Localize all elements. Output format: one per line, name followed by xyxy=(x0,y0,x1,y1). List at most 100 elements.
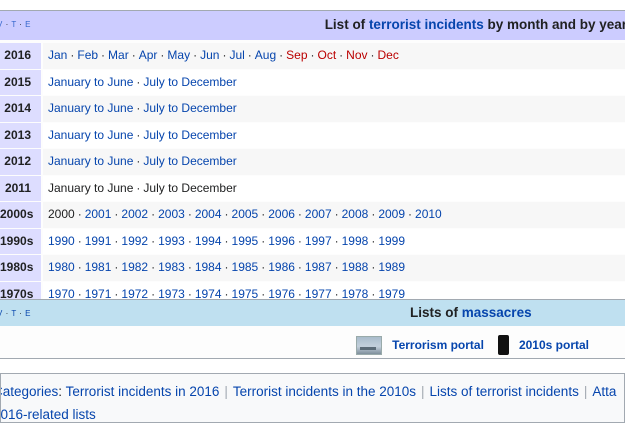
row-item-link[interactable]: 1984 xyxy=(195,260,222,274)
row-item-link[interactable]: 1988 xyxy=(342,260,369,274)
row-item-link[interactable]: 2005 xyxy=(232,207,259,221)
calendar-portal-icon[interactable] xyxy=(497,335,509,355)
row-item-link[interactable]: Jul xyxy=(229,48,244,62)
row-item-link[interactable]: 1995 xyxy=(232,234,259,248)
decade-portal-link[interactable]: 2010s portal xyxy=(519,338,589,352)
row-item-link[interactable]: Sep xyxy=(286,48,307,62)
row-item-link[interactable]: 1997 xyxy=(305,234,332,248)
category-link[interactable]: Lists of terrorist incidents xyxy=(430,384,579,399)
row-item-link[interactable]: Nov xyxy=(346,48,367,62)
vte-edit-link[interactable]: E xyxy=(25,20,31,29)
row-item-link[interactable]: 1989 xyxy=(378,260,405,274)
separator: · xyxy=(224,260,229,274)
navbox-row: 2013 January to June · July to December xyxy=(0,121,625,148)
row-item-link[interactable]: 1991 xyxy=(85,234,112,248)
row-group-label: 1980s xyxy=(0,255,41,281)
row-item-link[interactable]: 1990 xyxy=(48,234,75,248)
row-item-link[interactable]: January to June xyxy=(48,181,133,195)
row-label: 1980s xyxy=(0,260,34,274)
separator: · xyxy=(247,48,252,62)
category-separator: | xyxy=(583,384,588,399)
massacres-link[interactable]: massacres xyxy=(462,305,532,320)
navbox-row: 2012 January to June · July to December xyxy=(0,148,625,175)
separator: · xyxy=(187,233,192,248)
category-link[interactable]: Atta xyxy=(592,384,616,399)
row-item-link[interactable]: 1983 xyxy=(158,260,185,274)
row-item-link[interactable]: Oct xyxy=(318,48,337,62)
row-item-link[interactable]: 1992 xyxy=(121,234,148,248)
separator: · xyxy=(371,233,376,248)
row-item-link[interactable]: May xyxy=(167,48,190,62)
category-separator: | xyxy=(421,384,425,399)
separator: · xyxy=(261,233,266,248)
row-item-link[interactable]: 1996 xyxy=(268,234,295,248)
terrorism-navbox: V · T · E List of terrorist incidents by… xyxy=(0,10,625,308)
category-separator: | xyxy=(224,384,228,399)
row-item-link[interactable]: Dec xyxy=(378,48,399,62)
row-item-link[interactable]: Mar xyxy=(108,48,129,62)
row-item-link[interactable]: 2010 xyxy=(415,207,442,221)
row-list: 2000 · 2001 · 2002 · 2003 · 2004 · 2005 · 2006 · 2007 ·… xyxy=(41,202,625,228)
row-item-link[interactable]: 2006 xyxy=(268,207,295,221)
row-item-link[interactable]: July to December xyxy=(143,128,236,142)
row-item-link[interactable]: 2004 xyxy=(195,207,222,221)
navbox-row: 2011 January to June · July to December xyxy=(0,174,625,201)
row-item-link[interactable]: 1982 xyxy=(121,260,148,274)
row-item-link[interactable]: 1998 xyxy=(342,234,369,248)
row-item-link[interactable]: 1980 xyxy=(48,260,75,274)
row-item-link[interactable]: 1993 xyxy=(158,234,185,248)
row-item-link[interactable]: Apr xyxy=(139,48,158,62)
vte-edit-link[interactable]: E xyxy=(25,309,31,318)
portal-bar: Terrorism portal 2010s portal xyxy=(356,335,589,355)
separator: · xyxy=(136,74,141,89)
row-item-link[interactable]: July to December xyxy=(143,101,236,115)
terrorism-portal-link[interactable]: Terrorism portal xyxy=(392,338,484,352)
row-item-link[interactable]: 1986 xyxy=(268,260,295,274)
terrorism-portal-icon[interactable] xyxy=(356,335,383,355)
row-item-link[interactable]: January to June xyxy=(48,128,133,142)
row-item-link[interactable]: January to June xyxy=(48,101,133,115)
category-link[interactable]: Terrorist incidents in the 2010s xyxy=(233,384,416,399)
row-item-link[interactable]: 2001 xyxy=(85,207,112,221)
vte-links: V · T · E xyxy=(0,20,31,29)
separator: · xyxy=(222,48,227,62)
separator: · xyxy=(101,48,106,62)
row-item-link[interactable]: January to June xyxy=(48,75,133,89)
row-item-link[interactable]: Feb xyxy=(77,48,98,62)
row-item-link[interactable]: 2009 xyxy=(378,207,405,221)
navbox-title: List of terrorist incidents by month and… xyxy=(324,17,625,32)
separator: · xyxy=(334,207,339,221)
row-item-link[interactable]: Jan xyxy=(48,48,67,62)
row-label: 1990s xyxy=(0,233,34,248)
navbox-row: 1980s 1980 · 1981 · 1982 · 1983 · 1984 · 1985 · 1986 ·… xyxy=(0,254,625,281)
row-item-link[interactable]: Jun xyxy=(200,48,219,62)
massacres-navbox: V · T · E Lists of massacres Terrorism p… xyxy=(0,299,625,359)
separator: · xyxy=(297,233,302,248)
row-item-link[interactable]: 1981 xyxy=(85,260,112,274)
row-item-link[interactable]: July to December xyxy=(143,75,236,89)
row-item-link[interactable]: 1994 xyxy=(195,234,222,248)
row-label: 2012 xyxy=(4,154,31,168)
row-item-link[interactable]: July to December xyxy=(143,181,236,195)
separator: · xyxy=(334,233,339,248)
row-item-link[interactable]: 2003 xyxy=(158,207,185,221)
row-item-link[interactable]: 2007 xyxy=(305,207,332,221)
separator: · xyxy=(371,207,376,221)
separator: · xyxy=(131,48,136,62)
categories-label-link[interactable]: Categories xyxy=(1,384,58,399)
navbox-row: 2014 January to June · July to December xyxy=(0,95,625,122)
row-item-link[interactable]: 1985 xyxy=(232,260,259,274)
row-item-link[interactable]: 2002 xyxy=(121,207,148,221)
terrorist-incidents-link[interactable]: terrorist incidents xyxy=(369,17,484,32)
row-list: January to June · July to December xyxy=(41,175,625,201)
row-item-link[interactable]: July to December xyxy=(143,154,236,168)
row-item-link[interactable]: 1999 xyxy=(378,234,405,248)
row-item-link[interactable]: 2008 xyxy=(342,207,369,221)
row-group-label: 2014 xyxy=(0,96,41,122)
row-item-link[interactable]: 1987 xyxy=(305,260,332,274)
category-link[interactable]: Terrorist incidents in 2016 xyxy=(66,384,220,399)
row-item-link[interactable]: January to June xyxy=(48,154,133,168)
row-item-link[interactable]: Aug xyxy=(255,48,276,62)
separator: · xyxy=(334,260,339,274)
row-label: 2013 xyxy=(4,127,31,142)
